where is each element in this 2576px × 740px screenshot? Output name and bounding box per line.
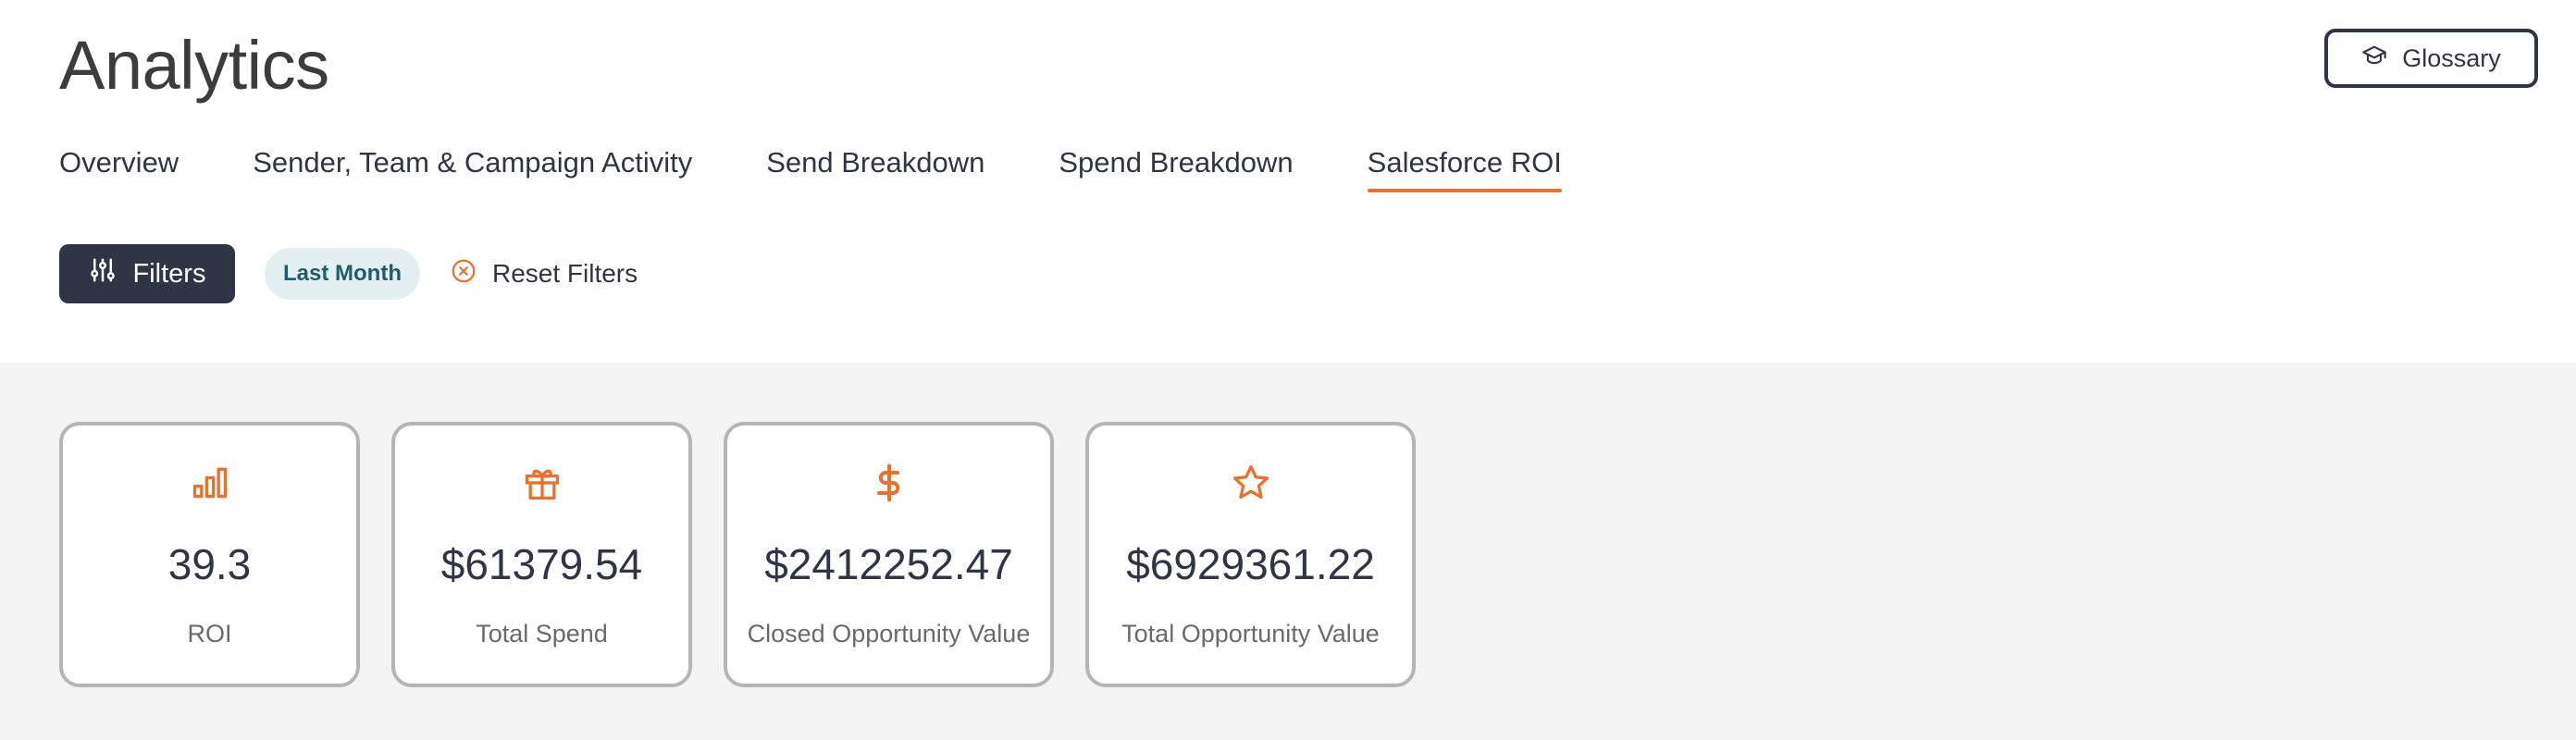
page-title: Analytics [59,27,329,104]
graduation-cap-icon [2361,43,2387,75]
filter-bar: Filters Last Month Reset Filters [59,244,638,303]
tab-salesforce-roi[interactable]: Salesforce ROI [1367,141,1563,192]
filter-chip-date-range[interactable]: Last Month [265,248,420,300]
metric-value: $6929361.22 [1126,540,1375,588]
bar-chart-icon [190,462,230,503]
metric-cards: 39.3 ROI $61379.54 Total Spend $2412252.… [59,422,1416,687]
glossary-label: Glossary [2402,43,2501,72]
star-icon [1231,462,1271,503]
metric-card-total-spend: $61379.54 Total Spend [391,422,692,687]
metrics-panel: 39.3 ROI $61379.54 Total Spend $2412252.… [0,363,2576,740]
tab-sender-team-campaign-activity[interactable]: Sender, Team & Campaign Activity [253,141,692,192]
sliders-icon [89,256,117,291]
metric-card-total-opportunity: $6929361.22 Total Opportunity Value [1085,422,1416,687]
metric-label: Total Spend [476,620,608,648]
metric-card-closed-opportunity: $2412252.47 Closed Opportunity Value [724,422,1054,687]
metric-label: ROI [187,620,232,648]
circle-x-icon [450,257,477,291]
reset-filters-label: Reset Filters [491,259,638,288]
metric-label: Closed Opportunity Value [747,620,1031,648]
metric-card-roi: 39.3 ROI [59,422,360,687]
filters-button[interactable]: Filters [59,244,235,303]
dollar-icon [869,462,910,503]
tab-send-breakdown[interactable]: Send Breakdown [766,141,985,192]
filters-button-label: Filters [132,258,206,289]
tab-spend-breakdown[interactable]: Spend Breakdown [1059,141,1293,192]
gift-icon [522,462,563,503]
metric-value: $61379.54 [440,540,643,588]
glossary-button[interactable]: Glossary [2324,29,2538,88]
metric-label: Total Opportunity Value [1121,620,1380,648]
reset-filters-button[interactable]: Reset Filters [450,257,638,291]
tab-overview[interactable]: Overview [59,141,179,192]
analytics-tabs: Overview Sender, Team & Campaign Activit… [59,141,1563,196]
metric-value: $2412252.47 [764,540,1013,588]
metric-value: 39.3 [167,540,252,588]
header-section: Analytics Glossary Overview Sender, Team… [0,0,2576,363]
